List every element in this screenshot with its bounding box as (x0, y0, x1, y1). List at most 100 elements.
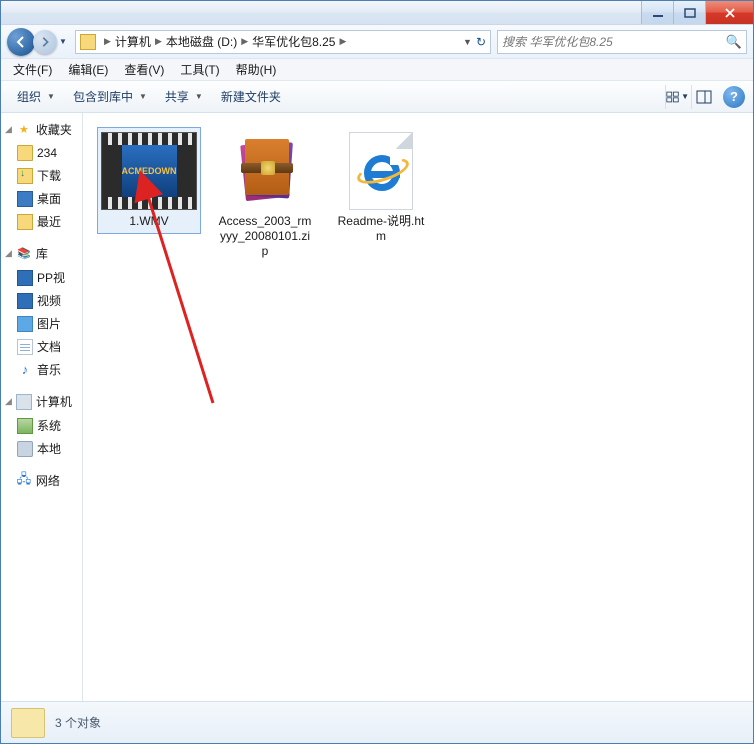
preview-pane-button[interactable] (691, 85, 715, 109)
menu-tools[interactable]: 工具(T) (174, 59, 225, 80)
nav-item-recent[interactable]: 最近 (1, 210, 82, 233)
nav-header-computer[interactable]: ◢ 计算机 (1, 389, 82, 414)
nav-label: 收藏夹 (36, 121, 72, 138)
refresh-icon[interactable]: ↻ (476, 35, 486, 49)
status-bar: 3 个对象 (1, 701, 753, 743)
nav-label: 系统 (37, 417, 61, 434)
pictures-icon (17, 316, 33, 332)
close-icon (724, 8, 736, 18)
file-items-container: ACMEDOWN 1.WMV Access_2003_rmyyy_2008010… (83, 113, 753, 278)
close-button[interactable] (705, 1, 753, 24)
folder-icon (80, 34, 96, 50)
desktop-icon (17, 191, 33, 207)
nav-item-234[interactable]: 234 (1, 142, 82, 164)
nav-header-favorites[interactable]: ◢ ★ 收藏夹 (1, 117, 82, 142)
file-item-video[interactable]: ACMEDOWN 1.WMV (97, 127, 201, 234)
nav-history-dropdown[interactable]: ▼ (57, 28, 69, 56)
folder-icon (11, 708, 45, 738)
preview-pane-icon (696, 90, 712, 104)
nav-label: 库 (36, 245, 48, 262)
share-label: 共享 (165, 88, 189, 105)
libraries-icon: 📚 (16, 246, 32, 262)
file-item-zip[interactable]: Access_2003_rmyyy_20080101.zip (213, 127, 317, 264)
new-folder-button[interactable]: 新建文件夹 (213, 84, 289, 109)
breadcrumb-dropdown[interactable]: ▼ ↻ (463, 35, 486, 49)
nav-label: 音乐 (37, 361, 61, 378)
breadcrumb-item[interactable]: 华军优化包8.25 (252, 33, 335, 50)
organize-button[interactable]: 组织 ▼ (9, 84, 63, 109)
nav-label: 下载 (37, 167, 61, 184)
minimize-button[interactable] (641, 1, 673, 24)
nav-label: 234 (37, 146, 57, 160)
file-list-pane[interactable]: ACMEDOWN 1.WMV Access_2003_rmyyy_2008010… (83, 113, 753, 701)
downloads-icon (17, 168, 33, 184)
documents-icon (17, 339, 33, 355)
video-icon (17, 270, 33, 286)
breadcrumb-sep-icon: ▶ (241, 36, 248, 47)
menu-help[interactable]: 帮助(H) (230, 59, 283, 80)
nav-label: PP视 (37, 269, 65, 286)
chevron-down-icon: ▼ (195, 92, 203, 101)
help-icon: ? (730, 89, 738, 104)
breadcrumb-bar[interactable]: ▶ 计算机 ▶ 本地磁盘 (D:) ▶ 华军优化包8.25 ▶ ▼ ↻ (75, 30, 491, 54)
maximize-button[interactable] (673, 1, 705, 24)
file-item-htm[interactable]: Readme-说明.htm (329, 127, 433, 249)
nav-label: 本地 (37, 440, 61, 457)
nav-label: 网络 (36, 472, 60, 489)
search-input[interactable] (502, 35, 726, 49)
star-icon: ★ (16, 122, 32, 138)
nav-label: 计算机 (36, 393, 72, 410)
nav-item-local-drive[interactable]: 本地 (1, 437, 82, 460)
navigation-pane[interactable]: ◢ ★ 收藏夹 234 下载 桌面 最近 ◢ 📚 库 PP视 视频 图片 文档 (1, 113, 83, 701)
address-bar-row: ▼ ▶ 计算机 ▶ 本地磁盘 (D:) ▶ 华军优化包8.25 ▶ ▼ ↻ 🔍 (1, 25, 753, 59)
breadcrumb-sep-icon: ▶ (339, 36, 346, 47)
collapse-icon: ◢ (5, 396, 12, 407)
minimize-icon (652, 8, 664, 18)
chevron-down-icon: ▼ (463, 37, 472, 47)
chevron-down-icon: ▼ (139, 92, 147, 101)
nav-group-computer: ◢ 计算机 系统 本地 (1, 385, 82, 464)
nav-header-network[interactable]: ◢ 🖧 网络 (1, 468, 82, 493)
file-name-label: Readme-说明.htm (334, 214, 428, 244)
nav-item-desktop[interactable]: 桌面 (1, 187, 82, 210)
forward-arrow-icon (39, 36, 51, 48)
menu-bar: 文件(F) 编辑(E) 查看(V) 工具(T) 帮助(H) (1, 59, 753, 81)
menu-view[interactable]: 查看(V) (118, 59, 170, 80)
breadcrumb-item[interactable]: 本地磁盘 (D:) (166, 33, 237, 50)
share-button[interactable]: 共享 ▼ (157, 84, 211, 109)
filmstrip-icon (102, 133, 196, 145)
nav-item-music[interactable]: ♪音乐 (1, 358, 82, 381)
titlebar (1, 1, 753, 25)
music-icon: ♪ (17, 362, 33, 378)
maximize-icon (684, 8, 696, 18)
nav-label: 图片 (37, 315, 61, 332)
help-button[interactable]: ? (723, 86, 745, 108)
views-icon (666, 90, 679, 104)
window-buttons (641, 1, 753, 24)
nav-item-documents[interactable]: 文档 (1, 335, 82, 358)
search-box[interactable]: 🔍 (497, 30, 747, 54)
video-icon (17, 293, 33, 309)
view-options-button[interactable]: ▼ (665, 85, 689, 109)
back-button[interactable] (7, 28, 35, 56)
back-arrow-icon (14, 35, 28, 49)
include-in-library-button[interactable]: 包含到库中 ▼ (65, 84, 155, 109)
collapse-icon: ◢ (5, 124, 12, 135)
menu-file[interactable]: 文件(F) (7, 59, 58, 80)
nav-item-videos[interactable]: 视频 (1, 289, 82, 312)
nav-label: 文档 (37, 338, 61, 355)
file-name-label: Access_2003_rmyyy_20080101.zip (218, 214, 312, 259)
menu-edit[interactable]: 编辑(E) (62, 59, 114, 80)
nav-item-ppvideo[interactable]: PP视 (1, 266, 82, 289)
search-icon[interactable]: 🔍 (726, 34, 742, 50)
breadcrumb-sep-icon: ▶ (155, 36, 162, 47)
archive-icon (233, 135, 297, 207)
breadcrumb-item[interactable]: 计算机 (115, 33, 151, 50)
forward-button[interactable] (33, 30, 57, 54)
collapse-icon: ◢ (5, 248, 12, 259)
nav-header-libraries[interactable]: ◢ 📚 库 (1, 241, 82, 266)
folder-icon (17, 145, 33, 161)
nav-item-system-drive[interactable]: 系统 (1, 414, 82, 437)
nav-item-pictures[interactable]: 图片 (1, 312, 82, 335)
nav-item-downloads[interactable]: 下载 (1, 164, 82, 187)
